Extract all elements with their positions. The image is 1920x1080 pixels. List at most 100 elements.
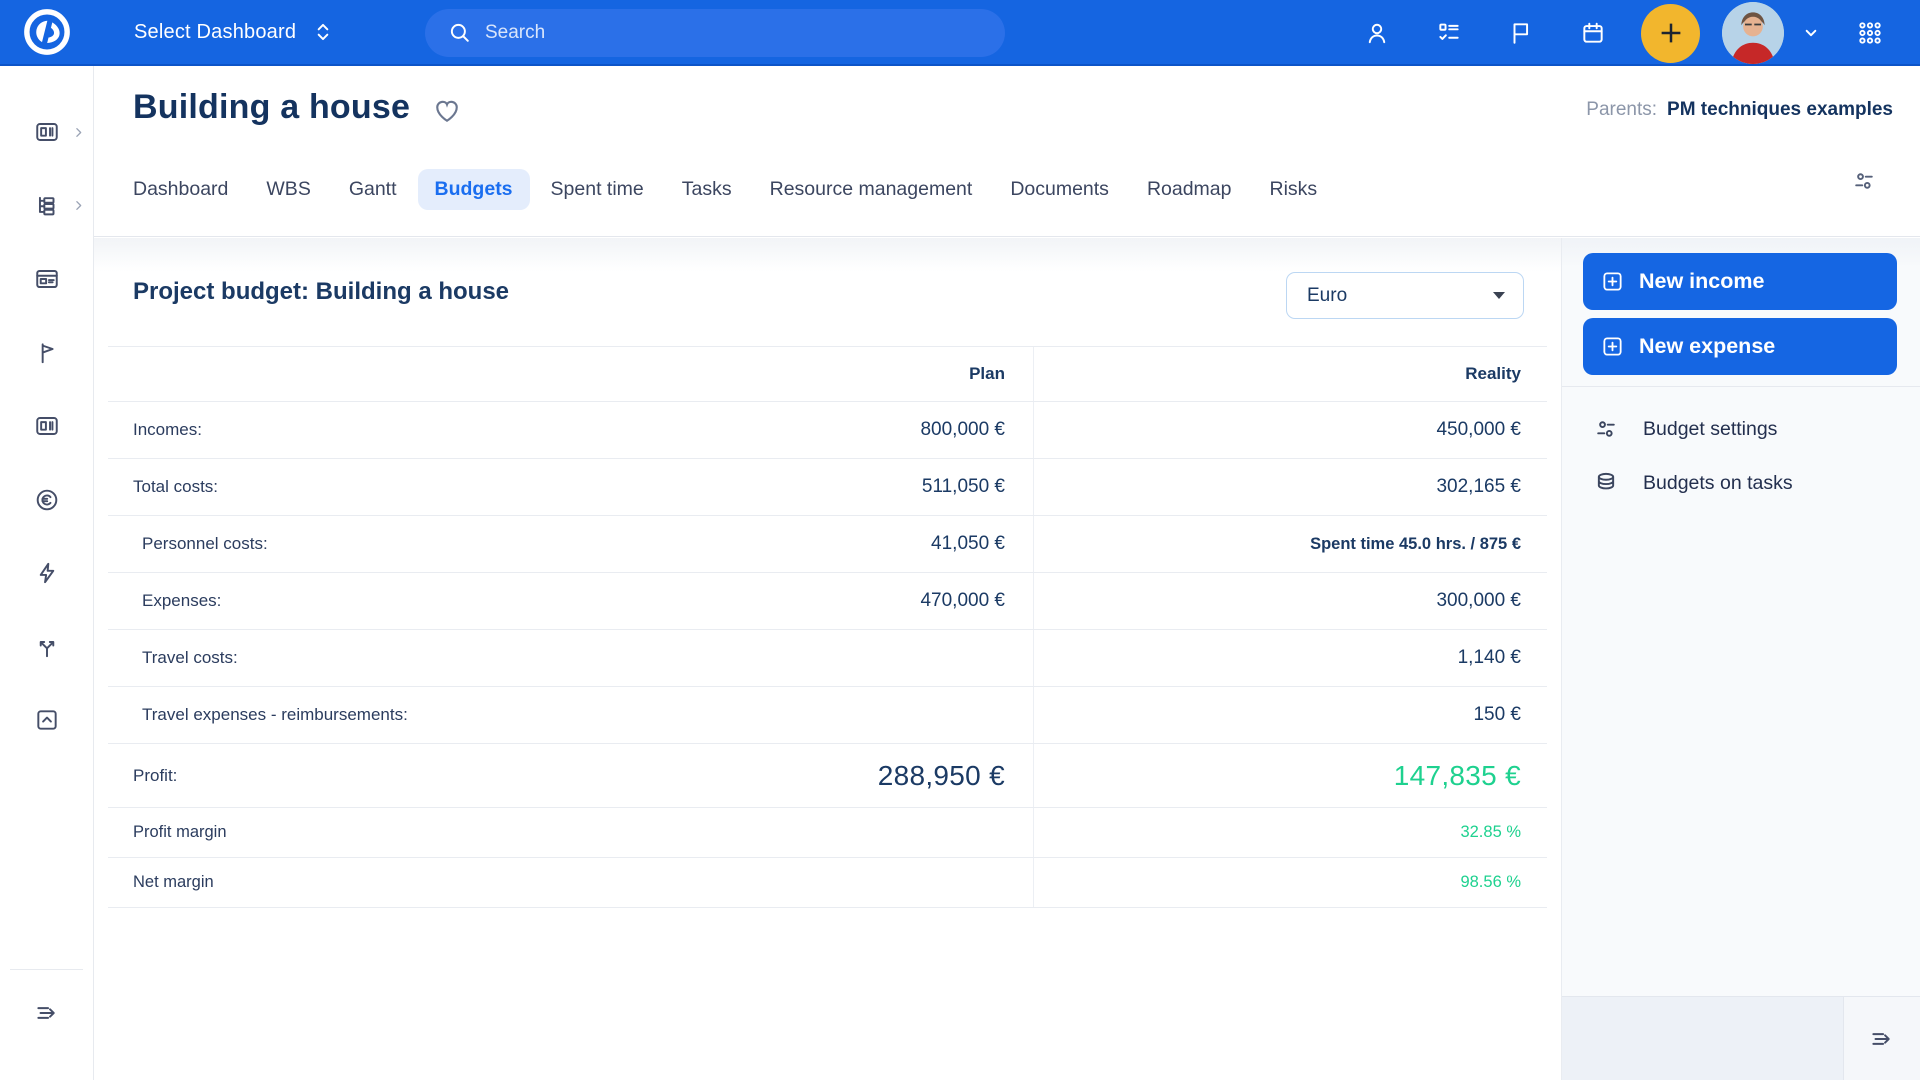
reality-value: 150 € <box>1033 687 1547 743</box>
row-label: Expenses: <box>108 573 548 629</box>
sidebar-item-branch[interactable] <box>0 620 94 674</box>
topbar-actions <box>1341 0 1906 66</box>
budget-card: Project budget: Building a house Euro Pl… <box>94 238 1561 1080</box>
plan-value: 470,000 € <box>548 573 1033 629</box>
budget-table-row: Expenses:470,000 €300,000 € <box>108 573 1547 630</box>
tab-dashboard[interactable]: Dashboard <box>116 169 245 210</box>
currency-select[interactable]: Euro <box>1286 272 1524 319</box>
sidebar-item-panel[interactable] <box>0 399 94 453</box>
select-caret-icon <box>1493 292 1505 299</box>
sidebar-item-upload-square[interactable] <box>0 693 94 747</box>
column-header-reality: Reality <box>1033 347 1547 401</box>
topbar: Select Dashboard Search <box>0 0 1920 66</box>
quick-add-button[interactable] <box>1641 4 1700 63</box>
reality-value: 32.85 % <box>1033 808 1547 857</box>
topbar-flag-button[interactable] <box>1499 11 1543 55</box>
user-icon <box>1364 20 1390 46</box>
budget-table-row: Travel costs:1,140 € <box>108 630 1547 687</box>
plan-value <box>548 687 1033 743</box>
plan-value <box>548 808 1033 857</box>
dashboard-selector[interactable]: Select Dashboard <box>134 19 336 45</box>
app-logo[interactable] <box>0 0 94 65</box>
budgets-on-tasks-link[interactable]: Budgets on tasks <box>1593 470 1793 496</box>
dashboard-selector-label: Select Dashboard <box>134 21 296 44</box>
row-label: Profit margin <box>108 808 548 857</box>
budget-settings-link[interactable]: Budget settings <box>1593 416 1777 442</box>
sidebar-item-tree[interactable] <box>0 179 94 233</box>
search-placeholder: Search <box>485 22 545 44</box>
sidebar-item-window[interactable] <box>0 252 94 306</box>
panel-divider <box>1562 386 1920 387</box>
reality-value: 98.56 % <box>1033 858 1547 907</box>
tab-documents[interactable]: Documents <box>993 169 1126 210</box>
tab-roadmap[interactable]: Roadmap <box>1130 169 1249 210</box>
menu-item-label: Budgets on tasks <box>1643 472 1793 495</box>
row-label: Total costs: <box>108 459 548 515</box>
budget-table: Plan Reality Incomes:800,000 €450,000 €T… <box>108 346 1547 908</box>
menu-item-label: Budget settings <box>1643 418 1777 441</box>
topbar-user-button[interactable] <box>1355 11 1399 55</box>
tab-gantt[interactable]: Gantt <box>332 169 414 210</box>
panel-footer <box>1562 996 1920 1080</box>
plan-value: 41,050 € <box>548 516 1033 572</box>
plan-value <box>548 858 1033 907</box>
tab-spent-time[interactable]: Spent time <box>534 169 661 210</box>
new-income-button[interactable]: New income <box>1583 253 1897 310</box>
euro-icon <box>34 487 60 513</box>
plan-value: 288,950 € <box>548 744 1033 807</box>
window-icon <box>34 266 60 292</box>
reality-value: 147,835 € <box>1033 744 1547 807</box>
tab-resource-management[interactable]: Resource management <box>753 169 990 210</box>
reality-value: Spent time 45.0 hrs. / 875 € <box>1033 516 1547 572</box>
dashboard-icon <box>34 119 60 145</box>
tree-icon <box>34 193 60 219</box>
plus-square-icon <box>1601 270 1624 293</box>
search-icon <box>447 20 473 46</box>
plus-icon <box>1656 18 1686 48</box>
sidebar-collapse-button[interactable] <box>0 986 94 1040</box>
budget-heading: Project budget: Building a house <box>133 278 509 306</box>
row-label: Net margin <box>108 858 548 907</box>
chevron-down-icon[interactable] <box>1798 20 1824 46</box>
apps-grid-icon[interactable] <box>1848 11 1892 55</box>
logo-icon <box>21 6 73 58</box>
currency-value: Euro <box>1307 285 1493 307</box>
sidebar-item-pennant[interactable] <box>0 326 94 380</box>
chevron-right-icon <box>72 199 85 212</box>
budget-table-row: Profit:288,950 €147,835 € <box>108 744 1547 808</box>
sidebar-item-dashboard[interactable] <box>0 105 94 159</box>
row-label: Travel expenses - reimbursements: <box>108 687 548 743</box>
page-settings-icon[interactable] <box>1851 168 1877 194</box>
upload-square-icon <box>34 707 60 733</box>
topbar-calendar-button[interactable] <box>1571 11 1615 55</box>
row-label: Travel costs: <box>108 630 548 686</box>
topbar-checklist-button[interactable] <box>1427 11 1471 55</box>
budget-table-row: Net margin 98.56 % <box>108 858 1547 908</box>
budget-table-row: Incomes:800,000 €450,000 € <box>108 402 1547 459</box>
tab-wbs[interactable]: WBS <box>249 169 327 210</box>
branch-icon <box>34 634 60 660</box>
new-expense-button[interactable]: New expense <box>1583 318 1897 375</box>
panel-collapse-button[interactable] <box>1843 997 1920 1080</box>
unfold-icon <box>310 19 336 45</box>
sidebar-item-lightning[interactable] <box>0 546 94 600</box>
favorite-heart-icon[interactable] <box>432 95 462 125</box>
checklist-icon <box>1436 20 1462 46</box>
search-input[interactable]: Search <box>425 9 1005 57</box>
plan-value: 511,050 € <box>548 459 1033 515</box>
tab-tasks[interactable]: Tasks <box>665 169 749 210</box>
tab-budgets[interactable]: Budgets <box>418 169 530 210</box>
left-sidebar <box>0 66 94 1080</box>
breadcrumb: Parents: PM techniques examples <box>1586 99 1893 121</box>
avatar[interactable] <box>1722 2 1784 64</box>
sidebar-divider <box>10 969 83 970</box>
project-tabs: DashboardWBSGanttBudgetsSpent timeTasksR… <box>116 166 1338 212</box>
plus-square-icon <box>1601 335 1624 358</box>
tab-risks[interactable]: Risks <box>1253 169 1335 210</box>
column-header-plan: Plan <box>548 347 1033 401</box>
page-title: Building a house <box>133 88 410 127</box>
parents-link[interactable]: PM techniques examples <box>1667 99 1893 121</box>
row-label: Personnel costs: <box>108 516 548 572</box>
sidebar-item-euro[interactable] <box>0 473 94 527</box>
calendar-icon <box>1580 20 1606 46</box>
